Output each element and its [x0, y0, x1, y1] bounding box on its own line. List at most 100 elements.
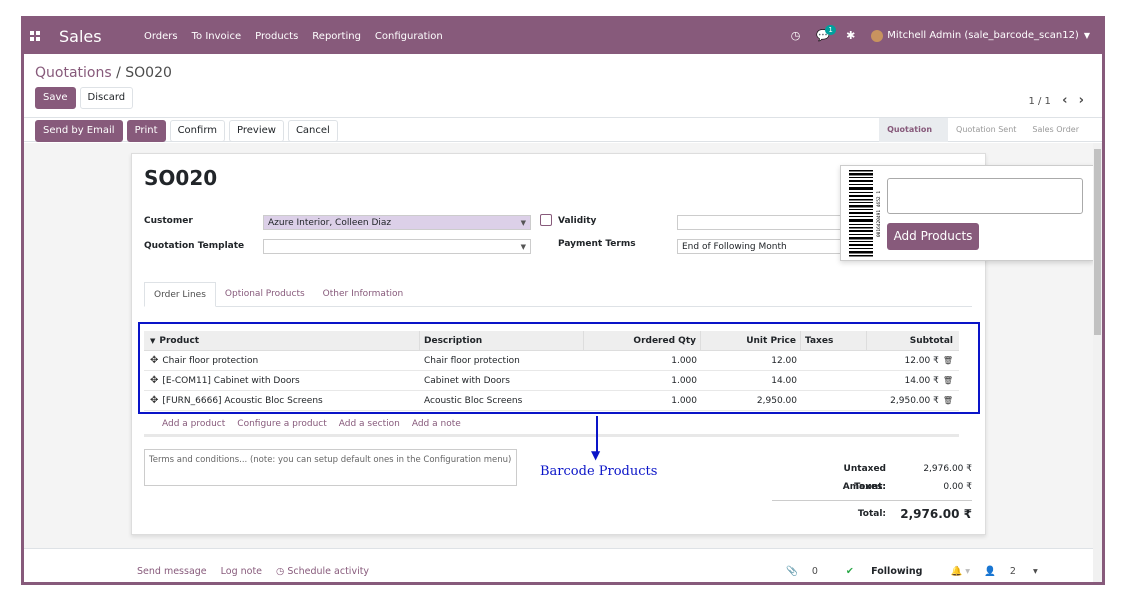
discard-button[interactable]: Discard: [79, 87, 134, 109]
pager: 1 / 1 ‹ ›: [1028, 93, 1084, 108]
attachment-count: 0: [811, 566, 818, 577]
template-field[interactable]: ▼: [263, 239, 531, 254]
status-bar: Send by Email Print Confirm Preview Canc…: [24, 118, 1102, 142]
customer-field[interactable]: Azure Interior, Colleen Diaz ▼: [263, 215, 531, 230]
paperclip-icon: 📎: [786, 566, 798, 577]
barcode-digits: 0016420491 4652 1: [876, 191, 882, 237]
scrollbar[interactable]: [1093, 143, 1102, 582]
add-products-button[interactable]: Add Products: [887, 223, 979, 250]
schedule-activity-button[interactable]: ◷ Schedule activity: [276, 566, 369, 577]
breadcrumb-current: SO020: [125, 65, 172, 81]
control-panel: Quotations / SO020 Save Discard 1 / 1 ‹ …: [24, 54, 1102, 118]
add-product-link[interactable]: Add a product: [162, 419, 225, 429]
validity-label: Validity: [558, 216, 597, 226]
taxes-row: Taxes: 0.00 ₹: [772, 478, 972, 496]
user-icon: 👤: [984, 566, 996, 577]
caret-down-icon[interactable]: ▼: [521, 217, 526, 229]
stage-pipeline: Quotation Quotation Sent Sales Order: [879, 118, 1087, 142]
avatar[interactable]: [871, 29, 884, 42]
followers-button[interactable]: 👤 2 ▾: [984, 566, 1038, 577]
add-note-link[interactable]: Add a note: [412, 419, 461, 429]
navbar-systray: ◷ 💬 1 ✱ Mitchell Admin (sale_barcode_scan…: [791, 25, 1090, 42]
send-by-email-button[interactable]: Send by Email: [35, 120, 123, 142]
stage-sales-order[interactable]: Sales Order: [1024, 118, 1087, 142]
chat-badge: 1: [825, 25, 836, 35]
add-section-link[interactable]: Add a section: [339, 419, 400, 429]
chatter: Send message Log note ◷ Schedule activit…: [24, 548, 1094, 582]
tab-other-information[interactable]: Other Information: [314, 282, 413, 306]
app-name[interactable]: Sales: [59, 27, 102, 46]
chat-icon[interactable]: 💬 1: [816, 25, 836, 42]
barcode-input[interactable]: [887, 178, 1083, 214]
taxes-label: Taxes:: [854, 482, 886, 492]
menu-reporting[interactable]: Reporting: [312, 31, 361, 42]
customer-value: Azure Interior, Colleen Diaz: [268, 218, 392, 228]
stage-quotation[interactable]: Quotation: [879, 118, 949, 142]
customer-label: Customer: [144, 216, 193, 226]
add-line-links: Add a product Configure a product Add a …: [162, 419, 461, 429]
clock-icon: ◷: [276, 566, 288, 577]
confirm-button[interactable]: Confirm: [169, 120, 225, 142]
untaxed-value: 2,976.00 ₹: [923, 464, 972, 474]
untaxed-label: Untaxed Amount:: [842, 464, 886, 492]
apps-menu-icon[interactable]: [30, 31, 40, 41]
bell-icon[interactable]: 🔔 ▾: [950, 566, 970, 577]
caret-down-icon[interactable]: ▼: [521, 241, 526, 253]
menu-products[interactable]: Products: [255, 31, 298, 42]
menu-to-invoice[interactable]: To Invoice: [192, 31, 241, 42]
header-buttons: Send by Email Print Confirm Preview Canc…: [35, 120, 338, 142]
total-row: Total: 2,976.00 ₹: [772, 500, 972, 524]
top-navbar: Sales Orders To Invoice Products Reporti…: [24, 19, 1102, 54]
totals: Untaxed Amount: 2,976.00 ₹ Taxes: 0.00 ₹ T…: [772, 460, 972, 524]
breadcrumb-quotations[interactable]: Quotations: [35, 65, 112, 81]
validity-field[interactable]: [677, 215, 841, 230]
clock-icon[interactable]: ◷: [791, 29, 801, 42]
tab-optional-products[interactable]: Optional Products: [216, 282, 314, 306]
barcode-image: 0016420491 4652 1: [849, 170, 882, 257]
terms-field[interactable]: Terms and conditions... (note: you can s…: [144, 449, 517, 486]
untaxed-row: Untaxed Amount: 2,976.00 ₹: [772, 460, 972, 492]
chevron-down-icon[interactable]: ▼: [1084, 31, 1090, 40]
menu-configuration[interactable]: Configuration: [375, 31, 443, 42]
pager-value[interactable]: 1 / 1: [1028, 96, 1050, 107]
scroll-thumb[interactable]: [1094, 149, 1101, 335]
annotation-label: Barcode Products: [540, 464, 658, 479]
send-message-button[interactable]: Send message: [137, 566, 207, 577]
configure-product-link[interactable]: Configure a product: [237, 419, 326, 429]
followers-count: 2: [1009, 566, 1016, 577]
notebook-tabs: Order Lines Optional Products Other Info…: [144, 282, 972, 307]
chatter-topbar-right: 📎 0 ✔ Following 🔔 ▾ 👤 2 ▾: [786, 566, 1052, 577]
page-title: SO020: [144, 166, 218, 190]
log-note-button[interactable]: Log note: [221, 566, 262, 577]
save-button[interactable]: Save: [35, 87, 76, 109]
stage-quotation-sent[interactable]: Quotation Sent: [948, 118, 1024, 142]
external-link-icon[interactable]: [540, 214, 552, 226]
form-buttons: Save Discard: [35, 87, 134, 109]
app-frame: Sales Orders To Invoice Products Reporti…: [21, 16, 1105, 585]
following-label: Following: [871, 566, 923, 577]
menu-orders[interactable]: Orders: [144, 31, 178, 42]
user-menu[interactable]: Mitchell Admin (sale_barcode_scan12): [887, 30, 1079, 41]
main-menu: Orders To Invoice Products Reporting Con…: [144, 31, 457, 42]
breadcrumb-separator: /: [111, 65, 126, 81]
chevron-left-icon[interactable]: ‹: [1062, 93, 1067, 108]
arrow-down-icon: ▼: [591, 448, 601, 462]
preview-button[interactable]: Preview: [229, 120, 284, 142]
attachment-button[interactable]: 📎 0: [786, 566, 832, 577]
print-button[interactable]: Print: [126, 120, 166, 142]
cancel-button[interactable]: Cancel: [287, 120, 338, 142]
payment-terms-field[interactable]: End of Following Month: [677, 239, 841, 254]
bug-icon[interactable]: ✱: [846, 29, 855, 42]
taxes-value: 0.00 ₹: [943, 482, 972, 492]
template-label: Quotation Template: [144, 241, 245, 251]
chatter-actions: Send message Log note ◷ Schedule activit…: [137, 566, 369, 577]
tab-order-lines[interactable]: Order Lines: [144, 282, 216, 307]
chevron-right-icon[interactable]: ›: [1079, 93, 1084, 108]
schedule-activity-label: Schedule activity: [287, 566, 370, 577]
table-footer: [144, 434, 959, 437]
breadcrumb: Quotations / SO020: [35, 65, 172, 81]
total-value: 2,976.00 ₹: [900, 507, 972, 521]
following-button[interactable]: ✔ Following: [846, 566, 937, 577]
check-icon: ✔: [845, 566, 858, 577]
barcode-panel: 0016420491 4652 1 Add Products: [840, 165, 1094, 261]
